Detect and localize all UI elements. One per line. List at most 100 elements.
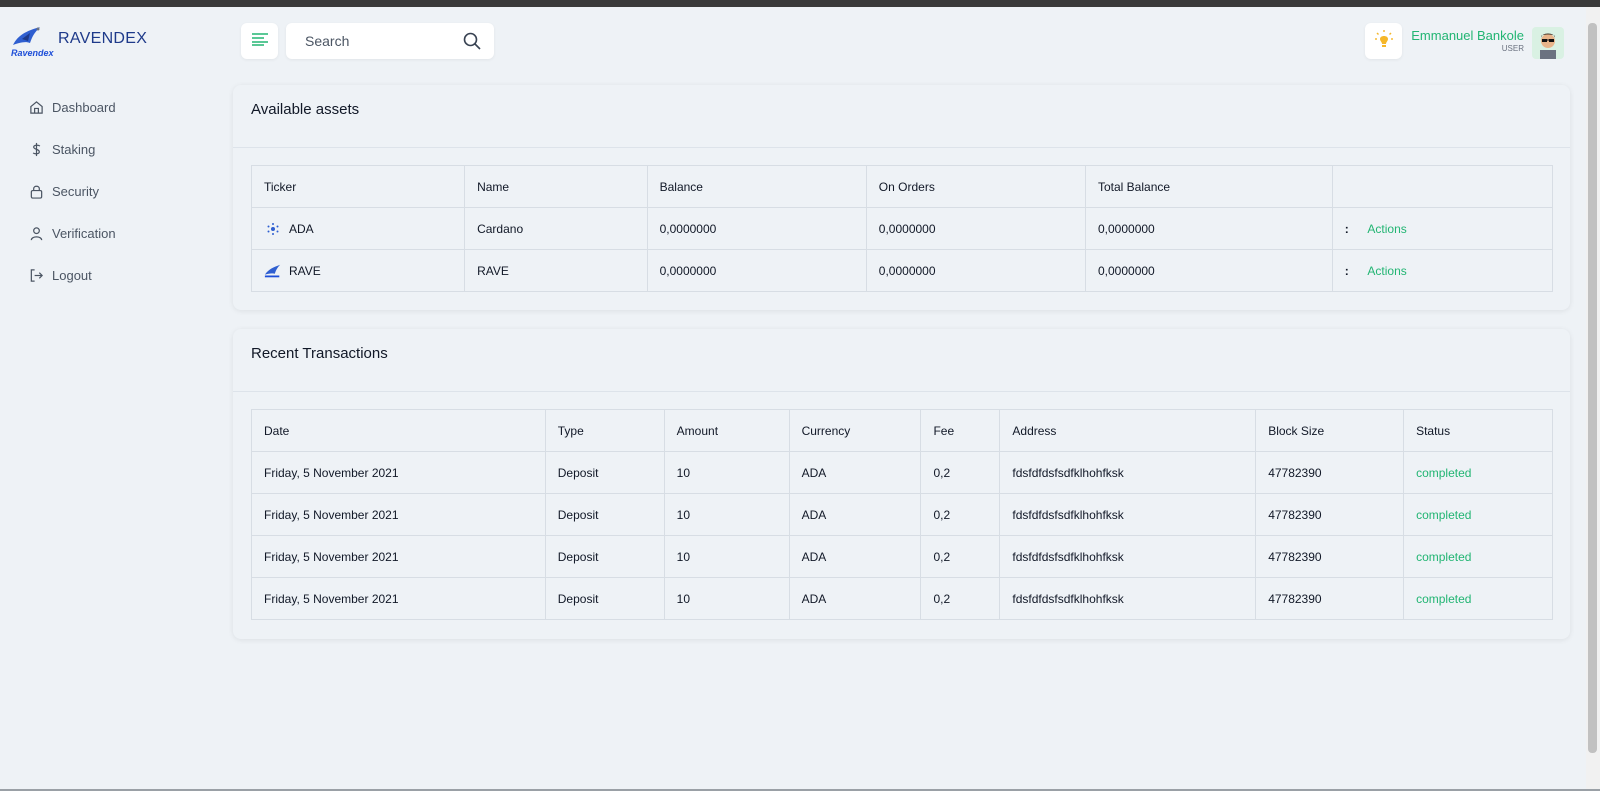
tx-address: fdsfdfdsfsdfklhohfksk: [999, 535, 1257, 578]
column-header: Balance: [646, 165, 867, 208]
theme-toggle-button[interactable]: [1365, 23, 1402, 59]
user-role: USER: [1501, 44, 1524, 53]
window-top-strip: [0, 0, 1600, 7]
column-header: Block Size: [1255, 409, 1405, 452]
column-header: Type: [544, 409, 665, 452]
tx-currency: ADA: [788, 493, 922, 536]
tx-address: fdsfdfdsfsdfklhohfksk: [999, 451, 1257, 494]
menu-toggle-button[interactable]: [241, 23, 278, 59]
table-row: RAVE RAVE 0,0000000 0,0000000 0,0000000 …: [250, 249, 1554, 292]
sidebar-item-label: Logout: [52, 267, 92, 283]
status-badge: completed: [1403, 577, 1553, 620]
dollar-icon: [28, 141, 44, 157]
column-header: Status: [1403, 409, 1553, 452]
asset-name: Cardano: [464, 207, 648, 250]
available-assets-card: Available assets Ticker Name Balance On …: [233, 85, 1570, 310]
ticker-label: RAVE: [289, 263, 321, 278]
search-input[interactable]: [303, 32, 457, 50]
column-header: On Orders: [865, 165, 1087, 208]
sidebar-item-label: Dashboard: [52, 99, 116, 115]
vertical-scrollbar[interactable]: [1586, 7, 1600, 791]
actions-link[interactable]: Actions: [1367, 264, 1406, 278]
tx-type: Deposit: [544, 451, 665, 494]
home-icon: [28, 99, 44, 115]
recent-transactions-card: Recent Transactions Date Type Amount Cur…: [233, 329, 1570, 639]
sidebar-item-dashboard[interactable]: Dashboard: [28, 86, 116, 128]
user-icon: [28, 225, 44, 241]
search-icon[interactable]: [463, 32, 481, 55]
tx-currency: ADA: [788, 451, 922, 494]
status-badge: completed: [1403, 535, 1553, 578]
search-box: [286, 23, 494, 59]
lock-icon: [28, 183, 44, 199]
column-header: Address: [999, 409, 1257, 452]
scrollbar-thumb[interactable]: [1588, 23, 1597, 753]
divider: [233, 147, 1570, 148]
more-options-icon[interactable]: :: [1345, 264, 1349, 278]
tx-address: fdsfdfdsfsdfklhohfksk: [999, 577, 1257, 620]
tx-type: Deposit: [544, 493, 665, 536]
ticker-label: ADA: [289, 221, 314, 236]
asset-on-orders: 0,0000000: [865, 207, 1087, 250]
tx-amount: 10: [663, 451, 790, 494]
card-title: Available assets: [251, 101, 360, 118]
avatar[interactable]: [1532, 27, 1564, 59]
sidebar-item-label: Security: [52, 183, 99, 199]
sidebar-item-security[interactable]: Security: [28, 170, 116, 212]
tx-date: Friday, 5 November 2021: [251, 535, 546, 578]
column-header: Name: [464, 165, 648, 208]
status-badge: completed: [1403, 493, 1553, 536]
more-options-icon[interactable]: :: [1345, 222, 1349, 236]
tx-currency: ADA: [788, 535, 922, 578]
column-header: Currency: [788, 409, 922, 452]
table-header-row: Date Type Amount Currency Fee Address Bl…: [251, 409, 1553, 452]
ticker-cell: ADA: [250, 207, 466, 250]
tx-currency: ADA: [788, 577, 922, 620]
sidebar-item-logout[interactable]: Logout: [28, 254, 116, 296]
asset-name: RAVE: [464, 249, 648, 292]
sidebar-item-label: Verification: [52, 225, 116, 241]
brand-logo[interactable]: Ravendex RAVENDEX: [10, 25, 147, 61]
tx-type: Deposit: [544, 535, 665, 578]
tx-fee: 0,2: [920, 535, 1001, 578]
ticker-cell: RAVE: [250, 249, 466, 292]
asset-balance: 0,0000000: [646, 249, 867, 292]
tx-type: Deposit: [544, 577, 665, 620]
tx-block-size: 47782390: [1255, 451, 1405, 494]
asset-balance: 0,0000000: [646, 207, 867, 250]
cardano-icon: [264, 220, 282, 238]
assets-table: Ticker Name Balance On Orders Total Bala…: [250, 165, 1554, 292]
lightbulb-icon: [1374, 29, 1394, 54]
table-row: Friday, 5 November 2021 Deposit 10 ADA 0…: [251, 493, 1553, 536]
table-row: Friday, 5 November 2021 Deposit 10 ADA 0…: [251, 451, 1553, 494]
tx-date: Friday, 5 November 2021: [251, 493, 546, 536]
tx-amount: 10: [663, 535, 790, 578]
sidebar-item-verification[interactable]: Verification: [28, 212, 116, 254]
raven-logo-icon: [264, 262, 282, 280]
table-header-row: Ticker Name Balance On Orders Total Bala…: [250, 165, 1554, 208]
table-row: Friday, 5 November 2021 Deposit 10 ADA 0…: [251, 535, 1553, 578]
column-header: Amount: [663, 409, 790, 452]
logo-text: Ravendex: [11, 48, 54, 58]
column-header: Total Balance: [1085, 165, 1333, 208]
tx-block-size: 47782390: [1255, 535, 1405, 578]
card-title: Recent Transactions: [251, 345, 388, 362]
tx-fee: 0,2: [920, 577, 1001, 620]
sidebar-nav: Dashboard Staking Security Verification …: [28, 86, 116, 296]
actions-cell: : Actions: [1331, 249, 1554, 292]
actions-link[interactable]: Actions: [1367, 222, 1406, 236]
tx-date: Friday, 5 November 2021: [251, 451, 546, 494]
user-info[interactable]: Emmanuel Bankole USER: [1411, 28, 1524, 53]
tx-block-size: 47782390: [1255, 577, 1405, 620]
sidebar-item-staking[interactable]: Staking: [28, 128, 116, 170]
asset-on-orders: 0,0000000: [865, 249, 1087, 292]
tx-address: fdsfdfdsfsdfklhohfksk: [999, 493, 1257, 536]
column-header: Date: [251, 409, 546, 452]
menu-lines-icon: [251, 32, 269, 51]
table-row: Friday, 5 November 2021 Deposit 10 ADA 0…: [251, 577, 1553, 620]
raven-logo-icon: Ravendex: [10, 25, 54, 61]
logout-icon: [28, 267, 44, 283]
asset-total-balance: 0,0000000: [1085, 207, 1333, 250]
tx-amount: 10: [663, 577, 790, 620]
tx-amount: 10: [663, 493, 790, 536]
